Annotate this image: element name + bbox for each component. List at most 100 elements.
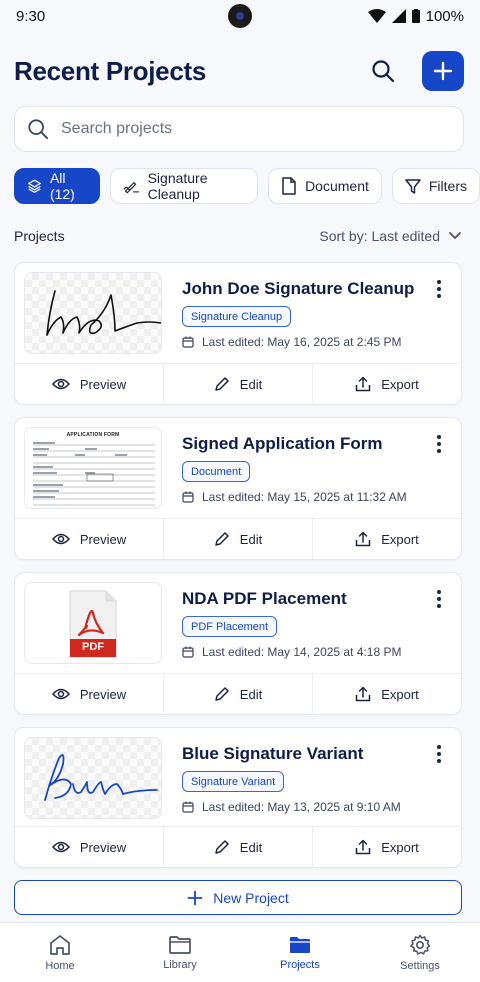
signature-drawing: [46, 290, 161, 336]
export-button[interactable]: Export: [313, 364, 461, 404]
form-lines: [33, 442, 155, 506]
more-options-button[interactable]: [429, 277, 449, 301]
export-button[interactable]: Export: [313, 674, 461, 714]
project-title: John Doe Signature Cleanup: [182, 279, 415, 298]
project-title: Blue Signature Variant: [182, 744, 364, 763]
home-icon: [50, 934, 70, 955]
calendar-icon: [182, 801, 194, 813]
project-thumbnail: [24, 272, 162, 354]
preview-label: Preview: [79, 531, 127, 547]
export-icon: [355, 686, 371, 702]
pdf-badge-text: PDF: [82, 641, 104, 653]
edit-button[interactable]: Edit: [164, 674, 313, 714]
export-icon: [355, 839, 371, 855]
nav-library[interactable]: Library: [120, 923, 240, 982]
export-label: Export: [381, 531, 419, 547]
project-thumbnail: PDF: [24, 582, 162, 664]
projects-section-header: Projects Sort by: Last edited: [14, 228, 462, 244]
export-label: Export: [381, 376, 419, 392]
edit-label: Edit: [239, 839, 263, 855]
preview-label: Preview: [79, 839, 127, 855]
eye-icon: [51, 688, 70, 700]
header-actions: [362, 50, 464, 92]
export-button[interactable]: Export: [313, 519, 461, 559]
project-title: Signed Application Form: [182, 434, 383, 453]
filter-chip-all[interactable]: All (12): [14, 168, 100, 204]
edit-label: Edit: [239, 376, 263, 392]
preview-button[interactable]: Preview: [15, 674, 164, 714]
document-icon: [282, 177, 296, 195]
preview-label: Preview: [79, 686, 127, 702]
filter-chip-signature-cleanup[interactable]: Signature Cleanup: [109, 168, 259, 204]
filters-button[interactable]: Filters: [391, 168, 480, 204]
section-label: Projects: [14, 228, 65, 244]
layers-icon: [28, 179, 41, 193]
signal-icon: [391, 9, 406, 23]
last-edited-text: Last edited: May 16, 2025 at 2:45 PM: [202, 335, 402, 349]
new-project-button[interactable]: New Project: [14, 880, 462, 915]
last-edited-text: Last edited: May 14, 2025 at 4:18 PM: [202, 645, 402, 659]
nav-settings[interactable]: Settings: [360, 923, 480, 982]
preview-button[interactable]: Preview: [15, 519, 164, 559]
project-tag: PDF Placement: [182, 616, 278, 637]
bottom-nav: Home Library Projects Settings: [0, 922, 480, 982]
last-edited-text: Last edited: May 15, 2025 at 11:32 AM: [202, 490, 407, 504]
project-tag: Document: [182, 461, 251, 482]
add-project-button[interactable]: [422, 51, 464, 91]
project-card[interactable]: PDF NDA PDF Placement PDF Placement Last…: [14, 572, 462, 715]
project-thumbnail: [24, 737, 162, 819]
chevron-down-icon: [449, 232, 461, 239]
pencil-icon: [215, 687, 229, 701]
calendar-icon: [182, 336, 194, 348]
edit-button[interactable]: Edit: [164, 519, 313, 559]
filter-chip-document[interactable]: Document: [268, 168, 382, 204]
page-title: Recent Projects: [14, 55, 207, 86]
pencil-icon: [215, 532, 229, 546]
sort-label: Sort by: Last edited: [319, 228, 440, 244]
search-button[interactable]: [362, 50, 404, 92]
nav-home[interactable]: Home: [0, 923, 120, 982]
plus-icon: [433, 61, 453, 81]
sort-dropdown[interactable]: Sort by: Last edited: [319, 228, 462, 244]
search-input[interactable]: [61, 120, 421, 138]
filter-chips: All (12) Signature Cleanup Document Filt…: [14, 168, 480, 204]
export-label: Export: [381, 686, 419, 702]
edit-label: Edit: [239, 531, 263, 547]
edit-button[interactable]: Edit: [164, 364, 313, 404]
preview-button[interactable]: Preview: [15, 827, 164, 867]
search-bar[interactable]: [14, 106, 464, 152]
gear-icon: [410, 934, 431, 955]
signature-icon: [123, 182, 139, 194]
battery-icon: [411, 9, 420, 23]
project-thumbnail: APPLICATION FORM: [24, 427, 162, 509]
more-options-button[interactable]: [429, 587, 449, 611]
more-options-button[interactable]: [429, 432, 449, 456]
export-icon: [355, 376, 371, 392]
camera-cutout: [228, 4, 252, 28]
filter-chip-label: Document: [305, 178, 369, 194]
funnel-icon: [405, 179, 421, 194]
project-card[interactable]: Blue Signature Variant Signature Variant…: [14, 727, 462, 868]
calendar-icon: [182, 491, 194, 503]
export-button[interactable]: Export: [313, 827, 461, 867]
card-actions: Preview Edit Export: [15, 518, 461, 559]
export-label: Export: [381, 839, 419, 855]
calendar-icon: [182, 646, 194, 658]
nav-projects[interactable]: Projects: [240, 923, 360, 982]
nav-label: Projects: [280, 958, 320, 971]
folder-icon: [169, 935, 191, 954]
preview-button[interactable]: Preview: [15, 364, 164, 404]
project-card[interactable]: APPLICATION FORM Signed Application Form…: [14, 417, 462, 560]
wifi-icon: [367, 9, 386, 23]
app-header: Recent Projects: [14, 50, 464, 92]
nav-label: Settings: [400, 959, 440, 972]
eye-icon: [51, 841, 70, 853]
project-title: NDA PDF Placement: [182, 589, 347, 608]
project-card[interactable]: John Doe Signature Cleanup Signature Cle…: [14, 262, 462, 405]
edit-button[interactable]: Edit: [164, 827, 313, 867]
battery-level: 100%: [425, 7, 464, 25]
last-edited: Last edited: May 15, 2025 at 11:32 AM: [182, 490, 407, 504]
card-actions: Preview Edit Export: [15, 363, 461, 404]
new-project-label: New Project: [213, 889, 289, 906]
more-options-button[interactable]: [429, 742, 449, 766]
